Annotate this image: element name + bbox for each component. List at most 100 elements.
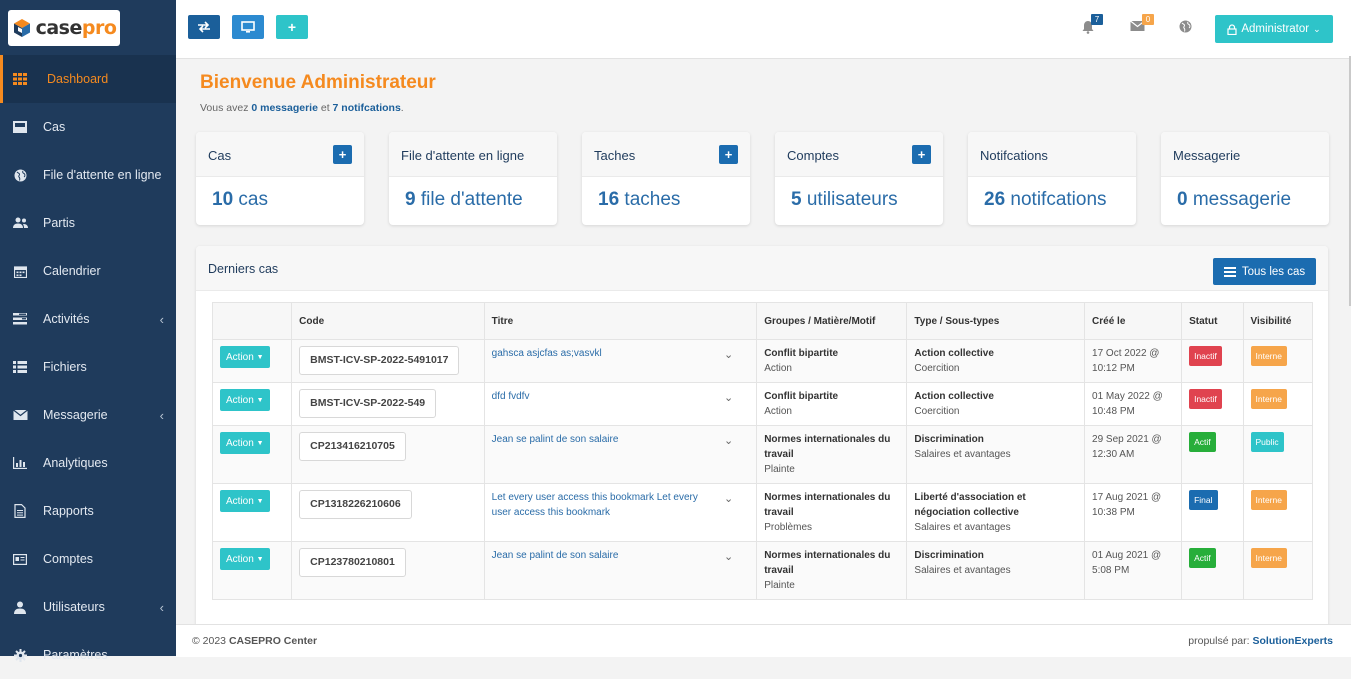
user-icon	[12, 600, 28, 614]
case-title-link[interactable]: dfd fvdfv ⌄	[492, 389, 750, 404]
sidebar-item-rapports[interactable]: Rapports	[0, 487, 176, 535]
sidebar-item-dashboard[interactable]: Dashboard	[0, 55, 176, 103]
stat-card-number: 26	[984, 189, 1006, 210]
plus-icon: +	[287, 19, 297, 35]
case-group-sub: Plainte	[764, 464, 795, 475]
sidebar-item-parametres[interactable]: Paramètres	[0, 631, 176, 679]
add-button[interactable]: +	[276, 15, 308, 39]
chevron-down-icon: ⌄	[1313, 23, 1321, 34]
caret-down-icon: ▼	[256, 439, 264, 447]
stat-card-title: Notifcations	[980, 148, 1048, 163]
stat-card[interactable]: Messagerie 0 messagerie	[1161, 132, 1329, 225]
stat-card-unit: cas	[238, 189, 268, 210]
case-group: Conflit bipartite	[764, 348, 839, 359]
case-group: Normes internationales du travail	[764, 550, 891, 576]
messages-button[interactable]: 0	[1130, 14, 1154, 35]
sidebar-item-fichiers[interactable]: Fichiers	[0, 343, 176, 391]
sidebar-item-label: Fichiers	[43, 360, 87, 374]
table-row: Action ▼ BMST-ICV-SP-2022-549 dfd fvdfv ⌄ Co…	[211, 382, 1313, 426]
stat-card[interactable]: Cas +10 cas	[196, 132, 364, 225]
case-title-link[interactable]: Let every user access this bookmark Let …	[492, 490, 750, 520]
case-title-link[interactable]: Jean se palint de son salaire ⌄	[492, 432, 750, 447]
notifications-button[interactable]: 7	[1081, 14, 1103, 37]
table-row: Action ▼ CP123780210801 Jean se palint de …	[211, 541, 1313, 600]
language-button[interactable]	[1179, 20, 1192, 36]
stat-card-number: 5	[791, 189, 802, 210]
chevron-down-icon[interactable]: ⌄	[724, 391, 733, 406]
case-group: Normes internationales du travail	[764, 434, 891, 460]
admin-menu-button[interactable]: Administrator ⌄	[1215, 15, 1333, 43]
stat-card[interactable]: Comptes +5 utilisateurs	[775, 132, 943, 225]
column-header: Titre	[483, 302, 758, 340]
stat-card-title: File d'attente en ligne	[401, 148, 525, 163]
stat-card[interactable]: Taches +16 taches	[582, 132, 750, 225]
stat-card-number: 10	[212, 189, 234, 210]
row-action-label: Action	[226, 495, 254, 507]
chevron-down-icon[interactable]: ⌄	[724, 434, 733, 449]
all-cases-button[interactable]: Tous les cas	[1213, 258, 1316, 285]
column-header: Code	[291, 302, 485, 340]
sidebar-item-activites[interactable]: Activités ‹	[0, 295, 176, 343]
row-action-button[interactable]: Action ▼	[220, 346, 270, 368]
case-type: Action collective	[914, 348, 994, 359]
row-action-button[interactable]: Action ▼	[220, 490, 270, 512]
sidebar-nav: Dashboard Cas File d'attente en ligne Parti…	[0, 55, 176, 679]
stat-card[interactable]: File d'attente en ligne 9 file d'attente	[389, 132, 557, 225]
globe-icon	[1179, 20, 1192, 33]
stat-card-unit: file d'attente	[420, 189, 523, 210]
chevron-down-icon[interactable]: ⌄	[724, 492, 733, 507]
sidebar-item-messagerie[interactable]: Messagerie ‹	[0, 391, 176, 439]
logo-text-pro: pro	[81, 17, 117, 39]
stat-card-add-button[interactable]: +	[719, 145, 738, 164]
sidebar-item-label: Paramètres	[43, 648, 108, 662]
exchange-button[interactable]	[188, 15, 220, 39]
welcome-notifications-link[interactable]: 7 notifcations	[333, 102, 401, 114]
case-title-link[interactable]: Jean se palint de son salaire ⌄	[492, 548, 750, 563]
case-title: Jean se palint de son salaire	[491, 550, 619, 561]
stat-card-add-button[interactable]: +	[333, 145, 352, 164]
stat-card[interactable]: Notifcations 26 notifcations	[968, 132, 1136, 225]
case-code[interactable]: BMST-ICV-SP-2022-549	[299, 389, 437, 418]
sidebar-item-label: Rapports	[43, 504, 94, 518]
case-code[interactable]: CP1318226210606	[299, 490, 412, 519]
case-title: dfd fvdfv	[491, 391, 530, 402]
casepro-logo[interactable]: casepro	[8, 10, 120, 46]
stat-card-value: 0 messagerie	[1177, 189, 1291, 211]
stat-card-value: 5 utilisateurs	[791, 189, 898, 211]
sidebar-item-label: Analytiques	[43, 456, 108, 470]
status-badge: Final	[1189, 490, 1218, 510]
case-group-sub: Problèmes	[764, 522, 813, 533]
stat-card-add-button[interactable]: +	[912, 145, 931, 164]
footer-brand: CASEPRO Center	[228, 635, 318, 647]
sidebar-item-file-d-attente-en-ligne[interactable]: File d'attente en ligne	[0, 151, 176, 199]
row-action-button[interactable]: Action ▼	[220, 432, 270, 454]
sidebar-item-label: Activités	[43, 312, 90, 326]
row-action-label: Action	[226, 394, 254, 406]
row-action-label: Action	[226, 553, 254, 565]
case-type-sub: Salaires et avantages	[914, 449, 1011, 460]
case-title-link[interactable]: gahsca asjcfas as;vasvkl ⌄	[492, 346, 750, 361]
case-code[interactable]: BMST-ICV-SP-2022-5491017	[299, 346, 460, 375]
footer-vendor-link[interactable]: SolutionExperts	[1252, 635, 1333, 647]
sidebar-item-calendrier[interactable]: Calendrier	[0, 247, 176, 295]
case-code[interactable]: CP213416210705	[299, 432, 406, 461]
desktop-button[interactable]	[232, 15, 264, 39]
sidebar-item-partis[interactable]: Partis	[0, 199, 176, 247]
stat-card-number: 16	[598, 189, 620, 210]
chevron-down-icon[interactable]: ⌄	[724, 550, 733, 565]
sidebar-item-analytiques[interactable]: Analytiques	[0, 439, 176, 487]
status-badge: Inactif	[1189, 346, 1222, 366]
stat-card-unit: notifcations	[1010, 189, 1107, 210]
sidebar-item-cas[interactable]: Cas	[0, 103, 176, 151]
chevron-down-icon[interactable]: ⌄	[724, 348, 733, 363]
footer: © 2023 CASEPRO Center propulsé par: Solu…	[176, 624, 1351, 657]
welcome-messages-link[interactable]: 0 messagerie	[251, 102, 318, 114]
row-action-button[interactable]: Action ▼	[220, 548, 270, 570]
stat-card-title: Messagerie	[1173, 148, 1241, 163]
case-date: 17 Aug 2021 @	[1092, 492, 1162, 503]
admin-label: Administrator	[1241, 23, 1310, 35]
row-action-button[interactable]: Action ▼	[220, 389, 270, 411]
case-code[interactable]: CP123780210801	[299, 548, 406, 577]
sidebar-item-comptes[interactable]: Comptes	[0, 535, 176, 583]
sidebar-item-utilisateurs[interactable]: Utilisateurs ‹	[0, 583, 176, 631]
